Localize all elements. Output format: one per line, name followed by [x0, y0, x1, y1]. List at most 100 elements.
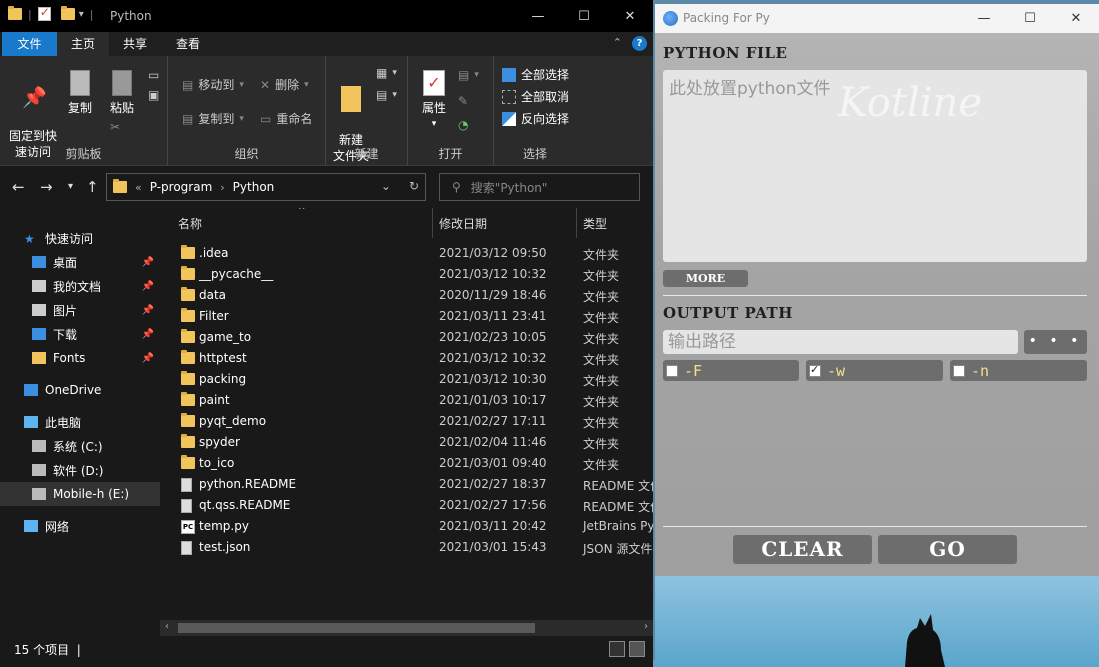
new-item-icon[interactable]: ▦ ▾ — [376, 66, 397, 80]
select-all-button[interactable]: 全部选择 — [502, 66, 569, 83]
recent-locations-icon[interactable]: ▾ — [68, 181, 73, 192]
search-input[interactable]: 搜索"Python" — [471, 179, 548, 196]
large-icons-view-icon[interactable] — [629, 641, 645, 657]
nav-item[interactable]: OneDrive — [0, 378, 160, 402]
table-row[interactable]: qt.qss.README 2021/02/27 17:56 README 文件 — [160, 495, 653, 516]
file-name: Filter — [199, 309, 229, 323]
properties-quick-icon[interactable] — [37, 5, 51, 21]
nav-item[interactable]: Fonts 📌 — [0, 346, 160, 370]
nav-item[interactable]: 图片 📌 — [0, 298, 160, 322]
table-row[interactable]: httptest 2021/03/12 10:32 文件夹 — [160, 348, 653, 369]
forward-arrow-icon[interactable]: → — [40, 178, 53, 196]
copy-to-button[interactable]: ▤ 复制到 ▾ — [182, 110, 244, 127]
table-row[interactable]: to_ico 2021/03/01 09:40 文件夹 — [160, 453, 653, 474]
table-row[interactable]: paint 2021/01/03 10:17 文件夹 — [160, 390, 653, 411]
folder-icon — [181, 350, 195, 364]
sort-ascending-icon: ^ — [298, 208, 306, 216]
paste-button[interactable]: 粘贴 — [102, 70, 142, 116]
new-folder-quick-icon[interactable] — [60, 6, 75, 20]
breadcrumb-p-program[interactable]: P-program — [150, 180, 213, 194]
packer-close-button[interactable]: ✕ — [1053, 4, 1099, 33]
packer-maximize-button[interactable]: ☐ — [1007, 4, 1053, 33]
tab-view[interactable]: 查看 — [162, 32, 214, 56]
horizontal-scrollbar[interactable]: ‹ › — [160, 620, 653, 636]
table-row[interactable]: pyqt_demo 2021/02/27 17:11 文件夹 — [160, 411, 653, 432]
nav-item[interactable]: 网络 — [0, 514, 160, 538]
paste-shortcut-icon[interactable]: ▣ — [148, 88, 159, 102]
move-to-button[interactable]: ▤ 移动到 ▾ — [182, 76, 244, 93]
table-row[interactable]: __pycache__ 2021/03/12 10:32 文件夹 — [160, 264, 653, 285]
cut-icon[interactable]: ✂ — [110, 120, 120, 134]
nav-item[interactable]: 软件 (D:) — [0, 458, 160, 482]
back-arrow-icon[interactable]: ← — [12, 178, 25, 196]
scroll-right-icon[interactable]: › — [644, 621, 648, 632]
option-onefile-checkbox[interactable]: -F — [663, 360, 799, 381]
history-icon[interactable]: ◔ — [458, 118, 468, 132]
copy-path-icon[interactable]: ▭ — [148, 68, 159, 82]
table-row[interactable]: Filter 2021/03/11 23:41 文件夹 — [160, 306, 653, 327]
tab-file[interactable]: 文件 — [2, 32, 57, 56]
address-history-icon[interactable]: ⌄ — [381, 179, 391, 193]
refresh-icon[interactable]: ↻ — [409, 179, 419, 193]
address-bar[interactable]: « P-program › Python ⌄ ↻ — [106, 173, 426, 201]
rename-button[interactable]: ▭ 重命名 — [260, 110, 312, 127]
python-file-dropzone[interactable]: 此处放置python文件 Kotline — [663, 70, 1087, 262]
delete-button[interactable]: ✕ 删除 ▾ — [260, 76, 309, 93]
up-arrow-icon[interactable]: ↑ — [86, 178, 99, 196]
collapse-ribbon-icon[interactable]: ⌃ — [613, 36, 622, 51]
scrollbar-thumb[interactable] — [178, 623, 535, 633]
scroll-left-icon[interactable]: ‹ — [165, 621, 169, 632]
file-date: 2021/03/12 09:50 — [439, 246, 547, 260]
select-none-button[interactable]: 全部取消 — [502, 88, 569, 105]
nav-item[interactable]: 此电脑 — [0, 410, 160, 434]
copy-button[interactable]: 复制 — [60, 70, 100, 116]
search-box[interactable]: ⚲ 搜索"Python" — [439, 173, 640, 201]
output-path-input[interactable]: 输出路径 — [663, 330, 1018, 354]
file-date: 2021/03/12 10:32 — [439, 351, 547, 365]
easy-access-icon[interactable]: ▤ ▾ — [376, 88, 397, 102]
open-icon[interactable]: ▤ ▾ — [458, 68, 479, 82]
go-button[interactable]: GO — [878, 535, 1017, 564]
minimize-button[interactable]: — — [515, 0, 561, 32]
more-button[interactable]: MORE — [663, 270, 748, 287]
breadcrumb-python[interactable]: Python — [233, 180, 275, 194]
packer-minimize-button[interactable]: — — [961, 4, 1007, 33]
nav-item[interactable]: ★ 快速访问 — [0, 226, 160, 250]
close-button[interactable]: ✕ — [607, 0, 653, 32]
table-row[interactable]: python.README 2021/02/27 18:37 README 文件 — [160, 474, 653, 495]
nav-item[interactable]: 系统 (C:) — [0, 434, 160, 458]
clear-button[interactable]: CLEAR — [733, 535, 872, 564]
tab-share[interactable]: 共享 — [110, 32, 160, 56]
table-row[interactable]: game_to 2021/02/23 10:05 文件夹 — [160, 327, 653, 348]
invert-selection-button[interactable]: 反向选择 — [502, 110, 569, 127]
folder-icon — [8, 6, 22, 20]
table-row[interactable]: packing 2021/03/12 10:30 文件夹 — [160, 369, 653, 390]
folder-icon — [181, 329, 195, 343]
table-row[interactable]: data 2020/11/29 18:46 文件夹 — [160, 285, 653, 306]
file-explorer-window: | ▾ | Python — ☐ ✕ 文件 主页 共享 查看 ⌃ ? 📌 固定到… — [0, 0, 653, 667]
nav-item[interactable]: Mobile-h (E:) — [0, 482, 160, 506]
table-row[interactable]: spyder 2021/02/04 11:46 文件夹 — [160, 432, 653, 453]
column-header-name[interactable]: 名称 — [178, 215, 202, 232]
properties-button[interactable]: ✓ 属性 ▾ — [416, 70, 452, 132]
table-row[interactable]: PC temp.py 2021/03/11 20:42 JetBrains PyCha… — [160, 516, 653, 537]
folder-icon — [181, 392, 195, 406]
file-date: 2021/03/01 15:43 — [439, 540, 547, 554]
browse-output-button[interactable]: • • • — [1024, 330, 1087, 354]
nav-item[interactable]: 我的文档 📌 — [0, 274, 160, 298]
option-windowed-checkbox[interactable]: -w — [806, 360, 943, 381]
tab-home[interactable]: 主页 — [57, 32, 109, 56]
column-header-type[interactable]: 类型 — [583, 215, 607, 232]
table-row[interactable]: test.json 2021/03/01 15:43 JSON 源文件 — [160, 537, 653, 558]
edit-icon[interactable]: ✎ — [458, 94, 468, 108]
nav-item-label: Mobile-h (E:) — [53, 487, 130, 501]
option-name-checkbox[interactable]: -n — [950, 360, 1087, 381]
nav-item[interactable]: 桌面 📌 — [0, 250, 160, 274]
column-header-date[interactable]: 修改日期 — [439, 215, 487, 232]
table-row[interactable]: .idea 2021/03/12 09:50 文件夹 — [160, 243, 653, 264]
maximize-button[interactable]: ☐ — [561, 0, 607, 32]
details-view-icon[interactable] — [609, 641, 625, 657]
nav-item[interactable]: 下载 📌 — [0, 322, 160, 346]
customize-toolbar-icon[interactable]: ▾ — [79, 9, 84, 20]
help-icon[interactable]: ? — [632, 36, 647, 51]
